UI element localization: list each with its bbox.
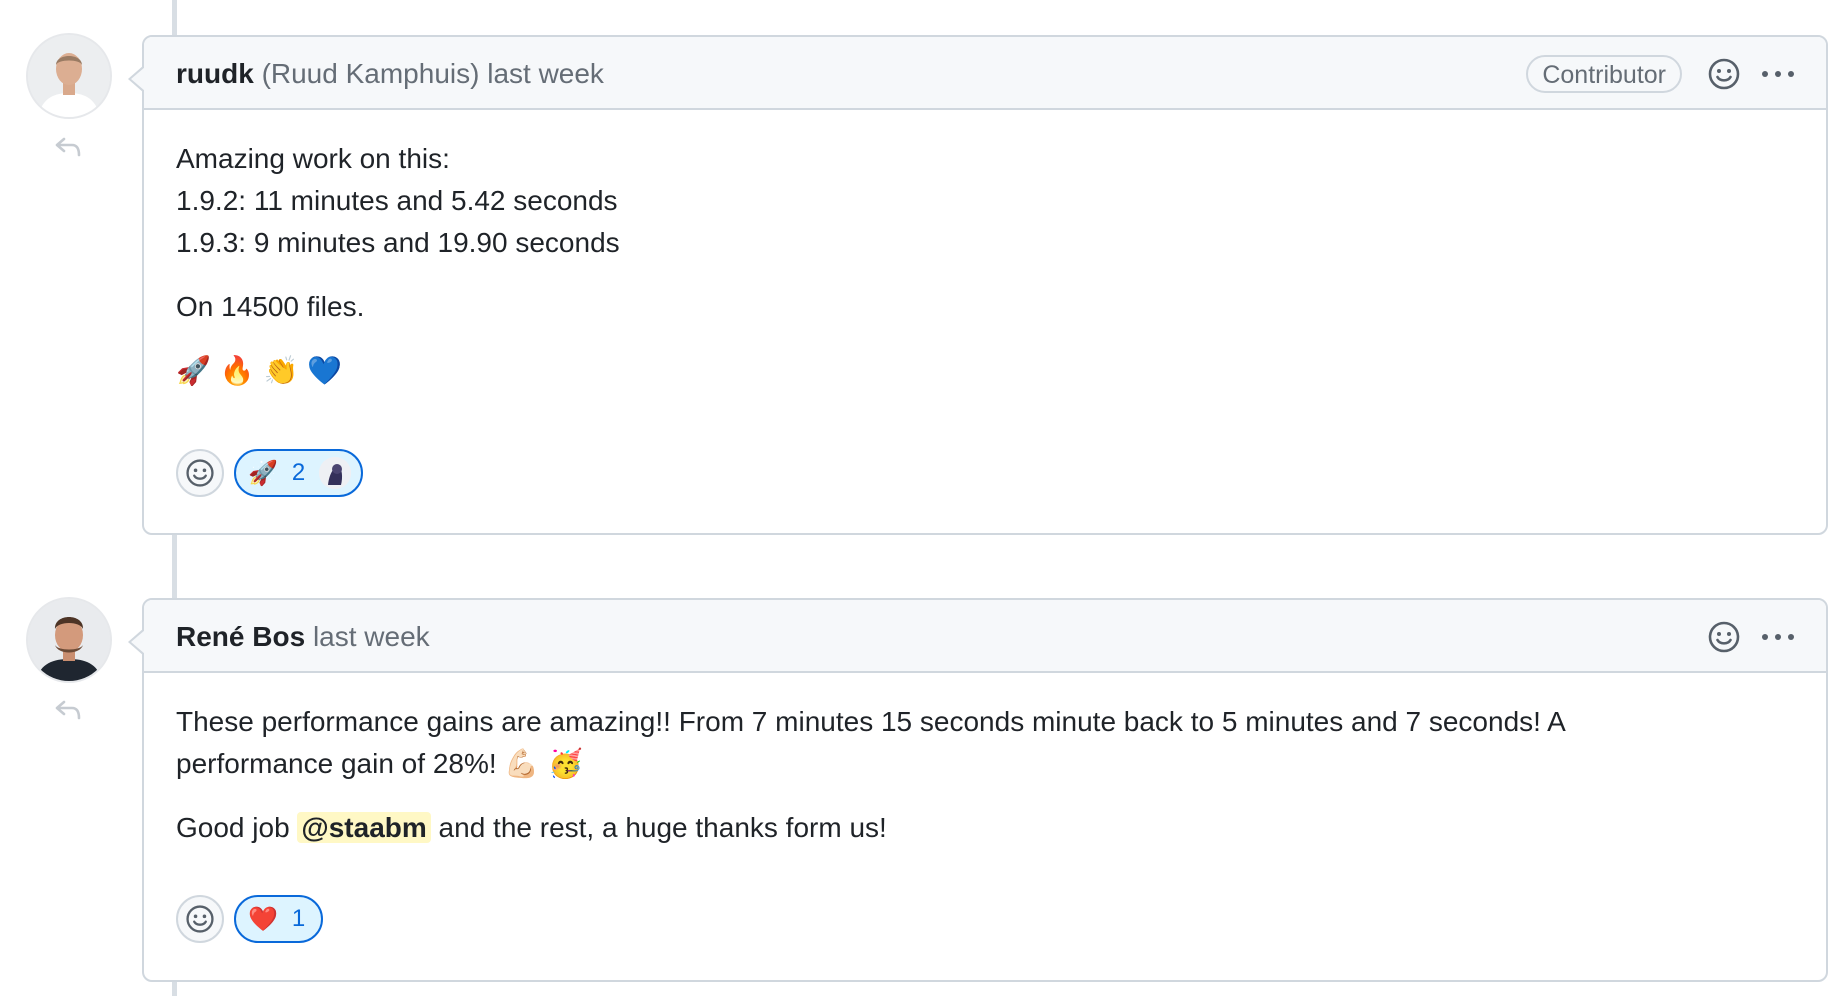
comment-ruudk: ruudk (Ruud Kamphuis) last week Contribu… — [128, 35, 1828, 535]
reply-icon[interactable] — [52, 694, 84, 726]
comment-body: Amazing work on this: 1.9.2: 11 minutes … — [144, 110, 1826, 392]
body-line: 1.9.2: 11 minutes and 5.42 seconds — [176, 185, 618, 216]
comment-header: René Bos last week — [144, 600, 1826, 673]
body-line: performance gain of 28%! — [176, 748, 497, 779]
comment-paragraph: Amazing work on this: 1.9.2: 11 minutes … — [176, 138, 1794, 264]
comment-paragraph: Good job @staabm and the rest, a huge th… — [176, 807, 1794, 849]
body-emojis: 💪🏻 🥳 — [504, 747, 584, 780]
reaction-emoji: ❤️ — [248, 905, 278, 933]
author-full-name: (Ruud Kamphuis) — [261, 58, 480, 89]
reaction-heart-button[interactable]: ❤️ 1 — [234, 895, 324, 943]
comment-header-text: ruudk (Ruud Kamphuis) last week — [176, 57, 604, 91]
smiley-icon — [186, 459, 214, 487]
comment-paragraph: On 14500 files. — [176, 291, 365, 322]
smiley-icon — [186, 905, 214, 933]
body-text: and the rest, a huge thanks form us! — [438, 812, 887, 843]
avatar-ruudk[interactable] — [26, 33, 112, 119]
body-line: 1.9.3: 9 minutes and 19.90 seconds — [176, 227, 620, 258]
comment-timestamp[interactable]: last week — [487, 58, 604, 89]
smiley-icon[interactable] — [1706, 619, 1742, 655]
body-line: These performance gains are amazing!! Fr… — [176, 706, 1566, 737]
body-text: Good job — [176, 812, 290, 843]
user-mention-link[interactable]: @staabm — [297, 812, 431, 843]
reactions-bar: 🚀 2 — [144, 449, 395, 497]
reaction-count: 2 — [291, 459, 306, 486]
emoji-line: 🚀 🔥 👏 💙 — [176, 354, 343, 387]
kebab-horizontal-icon[interactable] — [1758, 619, 1798, 655]
body-line: Amazing work on this: — [176, 143, 450, 174]
reactions-bar: ❤️ 1 — [144, 895, 355, 943]
smiley-icon[interactable] — [1706, 56, 1742, 92]
reply-icon[interactable] — [52, 131, 84, 163]
avatar-rene-bos[interactable] — [26, 597, 112, 683]
comment-paragraph: These performance gains are amazing!! Fr… — [176, 701, 1794, 785]
comment-header-text: René Bos last week — [176, 620, 430, 654]
reaction-emoji: 🚀 — [248, 459, 278, 487]
comment-body: These performance gains are amazing!! Fr… — [144, 673, 1826, 849]
add-reaction-button[interactable] — [176, 449, 224, 497]
kebab-horizontal-icon[interactable] — [1758, 56, 1798, 92]
comment-timestamp[interactable]: last week — [313, 621, 430, 652]
reaction-rocket-button[interactable]: 🚀 2 — [234, 449, 364, 497]
reactor-avatar — [319, 457, 352, 489]
contributor-badge: Contributor — [1526, 55, 1682, 93]
add-reaction-button[interactable] — [176, 895, 224, 943]
author-name[interactable]: René Bos — [176, 621, 305, 652]
comment-header: ruudk (Ruud Kamphuis) last week Contribu… — [144, 37, 1826, 110]
reaction-count: 1 — [291, 905, 306, 932]
author-name[interactable]: ruudk — [176, 58, 254, 89]
comment-rene-bos: René Bos last week These performance gai… — [128, 598, 1828, 982]
